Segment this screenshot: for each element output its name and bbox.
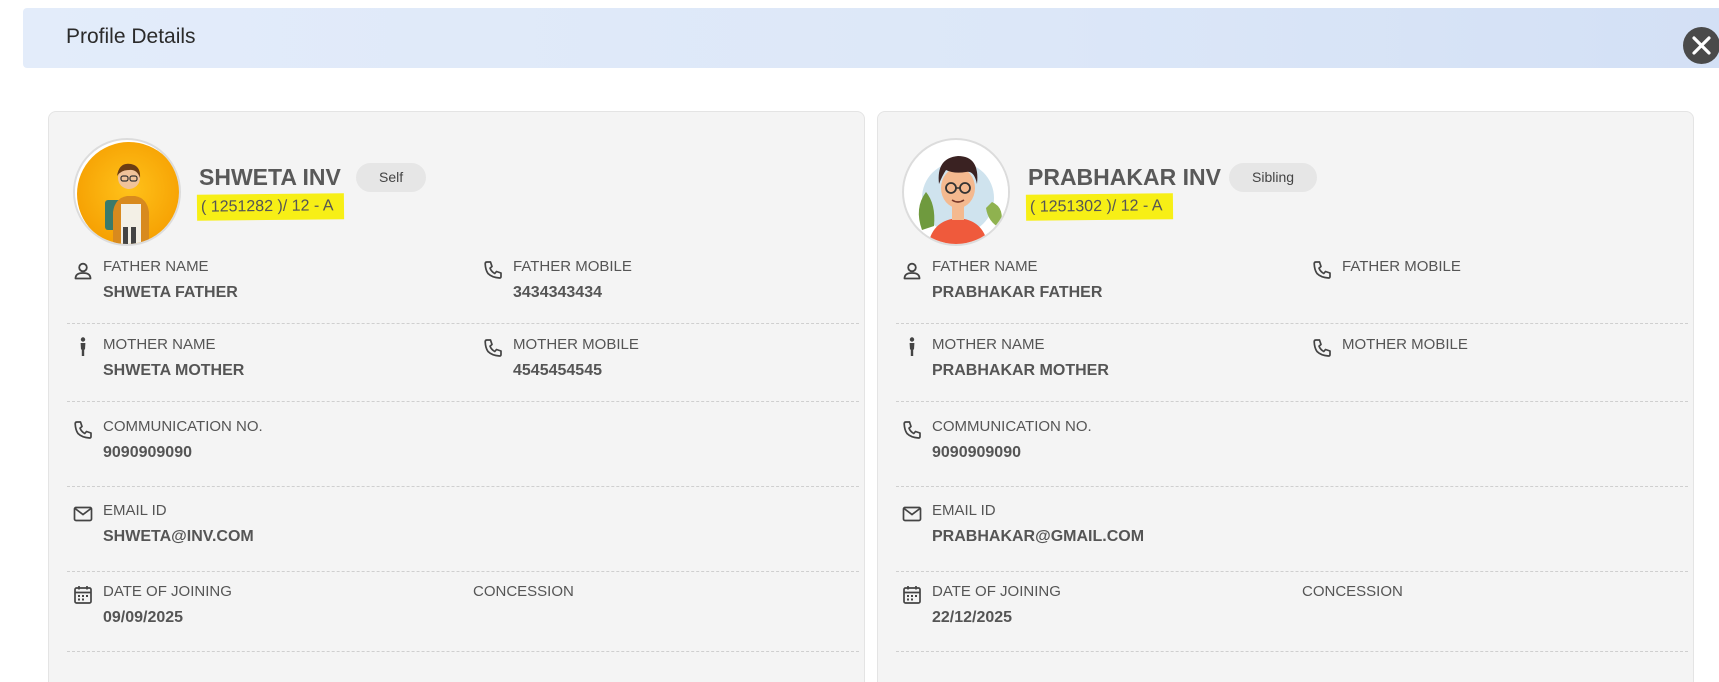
phone-icon bbox=[484, 339, 502, 357]
concession-label: CONCESSION bbox=[1302, 583, 1403, 600]
profile-card-self: SHWETA INV Self ( 1251282 )/ 12 - A FATH… bbox=[48, 111, 865, 682]
joining-row: DATE OF JOINING 09/09/2025 CONCESSION bbox=[67, 583, 859, 652]
parents-father-row: FATHER NAME PRABHAKAR FATHER FATHER MOBI… bbox=[896, 258, 1688, 324]
close-button[interactable] bbox=[1683, 27, 1719, 64]
email-label: EMAIL ID bbox=[103, 502, 167, 519]
email-value: SHWETA@INV.COM bbox=[103, 528, 254, 545]
mother-mobile-label: MOTHER MOBILE bbox=[1342, 336, 1468, 353]
communication-row: COMMUNICATION NO. 9090909090 bbox=[67, 418, 859, 487]
mail-icon bbox=[73, 506, 93, 522]
close-icon bbox=[1692, 36, 1711, 55]
email-value: PRABHAKAR@GMAIL.COM bbox=[932, 528, 1145, 545]
person-icon bbox=[903, 262, 921, 280]
email-row: EMAIL ID SHWETA@INV.COM bbox=[67, 502, 859, 572]
phone-icon bbox=[484, 261, 502, 279]
email-row: EMAIL ID PRABHAKAR@GMAIL.COM bbox=[896, 502, 1688, 572]
mother-name-value: SHWETA MOTHER bbox=[103, 362, 245, 379]
avatar bbox=[73, 138, 181, 246]
communication-label: COMMUNICATION NO. bbox=[103, 418, 263, 435]
phone-icon bbox=[1313, 339, 1331, 357]
mother-name-value: PRABHAKAR MOTHER bbox=[932, 362, 1109, 379]
father-mobile-label: FATHER MOBILE bbox=[513, 258, 632, 275]
communication-value: 9090909090 bbox=[932, 444, 1021, 461]
parents-mother-row: MOTHER NAME SHWETA MOTHER MOTHER MOBILE … bbox=[67, 336, 859, 402]
relation-badge: Self bbox=[356, 163, 427, 192]
person-icon bbox=[74, 262, 92, 280]
date-of-joining-label: DATE OF JOINING bbox=[103, 583, 232, 600]
mother-mobile-value: 4545454545 bbox=[513, 362, 602, 379]
concession-label: CONCESSION bbox=[473, 583, 574, 600]
page-title: Profile Details bbox=[66, 25, 196, 48]
joining-row: DATE OF JOINING 22/12/2025 CONCESSION bbox=[896, 583, 1688, 652]
phone-icon bbox=[74, 421, 92, 439]
woman-icon bbox=[80, 337, 86, 356]
admission-class-text: ( 1251302 )/ 12 - A bbox=[1025, 193, 1173, 221]
date-of-joining-value: 09/09/2025 bbox=[103, 609, 184, 626]
communication-value: 9090909090 bbox=[103, 444, 192, 461]
mother-name-label: MOTHER NAME bbox=[103, 336, 216, 353]
mother-name-label: MOTHER NAME bbox=[932, 336, 1045, 353]
father-mobile-label: FATHER MOBILE bbox=[1342, 258, 1461, 275]
father-name-label: FATHER NAME bbox=[932, 258, 1038, 275]
email-label: EMAIL ID bbox=[932, 502, 996, 519]
mother-mobile-label: MOTHER MOBILE bbox=[513, 336, 639, 353]
date-of-joining-label: DATE OF JOINING bbox=[932, 583, 1061, 600]
father-name-value: PRABHAKAR FATHER bbox=[932, 284, 1103, 301]
admission-class-text: ( 1251282 )/ 12 - A bbox=[196, 193, 344, 221]
avatar bbox=[902, 138, 1010, 246]
father-name-value: SHWETA FATHER bbox=[103, 284, 238, 301]
calendar-icon bbox=[903, 586, 921, 604]
communication-row: COMMUNICATION NO. 9090909090 bbox=[896, 418, 1688, 487]
student-avatar-icon bbox=[77, 142, 179, 244]
date-of-joining-value: 22/12/2025 bbox=[932, 609, 1013, 626]
calendar-icon bbox=[74, 586, 92, 604]
phone-icon bbox=[903, 421, 921, 439]
phone-icon bbox=[1313, 261, 1331, 279]
woman-icon bbox=[909, 337, 915, 356]
relation-badge: Sibling bbox=[1229, 163, 1318, 192]
parents-mother-row: MOTHER NAME PRABHAKAR MOTHER MOTHER MOBI… bbox=[896, 336, 1688, 402]
profile-details-header: Profile Details bbox=[23, 8, 1719, 68]
sibling-avatar-icon bbox=[906, 142, 1008, 244]
mail-icon bbox=[902, 506, 922, 522]
father-mobile-value: 3434343434 bbox=[513, 284, 602, 301]
communication-label: COMMUNICATION NO. bbox=[932, 418, 1092, 435]
father-name-label: FATHER NAME bbox=[103, 258, 209, 275]
student-name: SHWETA INV bbox=[199, 164, 341, 190]
parents-father-row: FATHER NAME SHWETA FATHER FATHER MOBILE … bbox=[67, 258, 859, 324]
student-name: PRABHAKAR INV bbox=[1028, 164, 1221, 190]
profile-card-sibling: PRABHAKAR INV Sibling ( 1251302 )/ 12 - … bbox=[877, 111, 1694, 682]
